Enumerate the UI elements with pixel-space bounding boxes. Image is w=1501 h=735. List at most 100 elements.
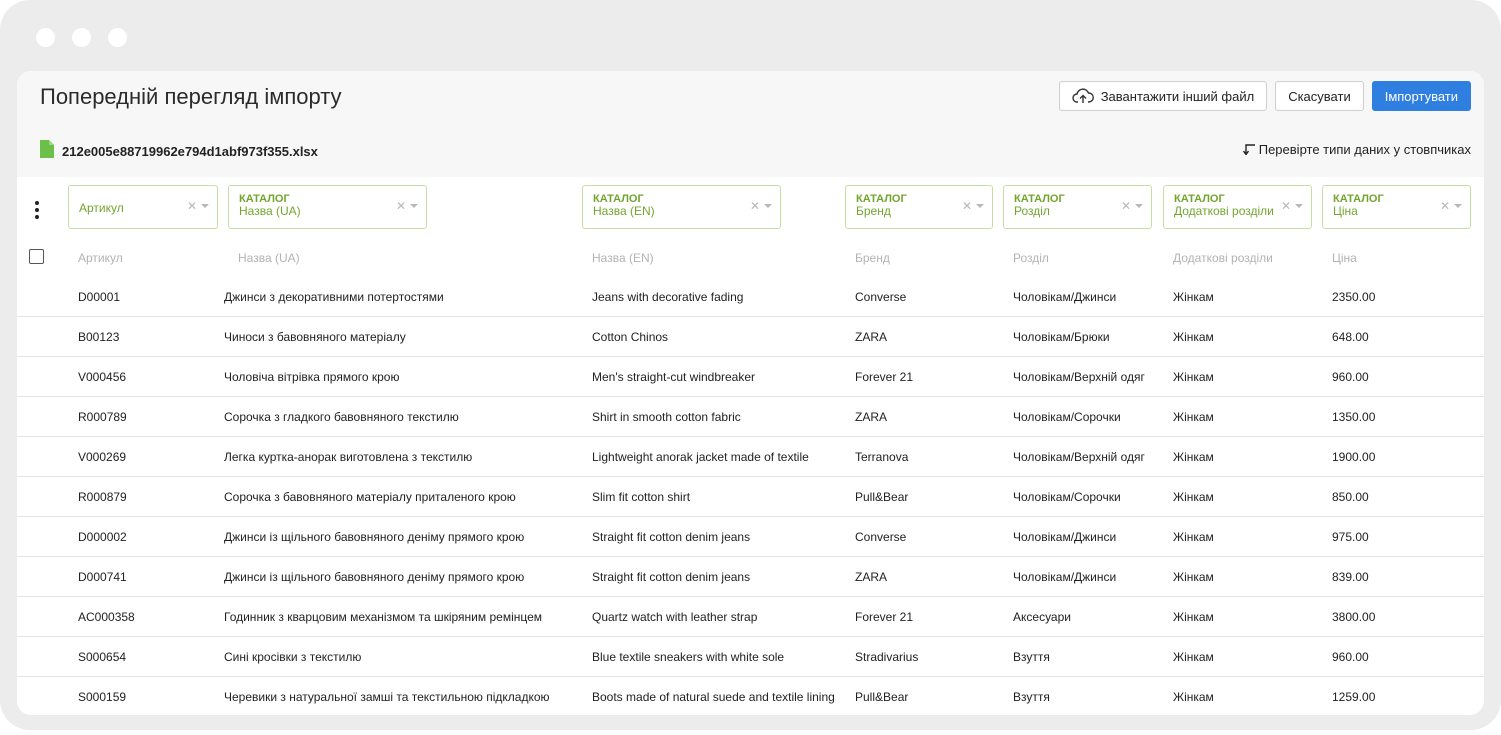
- upload-another-file-label: Завантажити інший файл: [1100, 88, 1255, 104]
- mapping-select-name-ua[interactable]: КАТАЛОГ Назва (UA) ✕: [228, 185, 427, 229]
- table-row[interactable]: S000159 Черевики з натуральної замші та т…: [17, 677, 1484, 715]
- table-row[interactable]: D000741 Джинси із щільного бавовняного де…: [17, 557, 1484, 597]
- column-header: Бренд: [855, 251, 890, 265]
- mapping-controls: ✕: [396, 199, 418, 213]
- table-cell: 850.00: [1332, 490, 1369, 504]
- mapping-select-additional-sections[interactable]: КАТАЛОГ Додаткові розділи ✕: [1163, 185, 1312, 229]
- topbar: Попередній перегляд імпорту Завантажити …: [17, 71, 1484, 177]
- table-cell: ZARA: [855, 330, 888, 344]
- table-cell: 648.00: [1332, 330, 1369, 344]
- clear-icon[interactable]: ✕: [962, 199, 972, 213]
- table-cell: 1900.00: [1332, 450, 1376, 464]
- window-dot-close[interactable]: [36, 28, 55, 47]
- table-cell: AC000358: [78, 610, 135, 624]
- table-cell: Жінкам: [1173, 530, 1214, 544]
- table-cell: Slim fit cotton shirt: [592, 490, 691, 504]
- table-cell: ZARA: [855, 570, 888, 584]
- table-cell: Cotton Chinos: [592, 330, 669, 344]
- table-row[interactable]: S000654 Сині кросівки з текстилю Blue text…: [17, 637, 1484, 677]
- browser-frame: Попередній перегляд імпорту Завантажити …: [0, 0, 1501, 730]
- cancel-button[interactable]: Скасувати: [1275, 81, 1364, 111]
- mapping-select-name-en[interactable]: КАТАЛОГ Назва (EN) ✕: [582, 185, 781, 229]
- table-row[interactable]: D000002 Джинси із щільного бавовняного де…: [17, 517, 1484, 557]
- mapping-controls: ✕: [1281, 199, 1303, 213]
- table-cell: Сорочка з бавовняного матеріалу притален…: [224, 490, 516, 504]
- import-button[interactable]: Імпортувати: [1371, 81, 1471, 111]
- mapping-select-price[interactable]: КАТАЛОГ Ціна ✕: [1322, 185, 1471, 229]
- mapping-select-brand[interactable]: КАТАЛОГ Бренд ✕: [845, 185, 993, 229]
- table-row[interactable]: AC000358 Годинник з кварцовим механізмом …: [17, 597, 1484, 637]
- select-all-checkbox[interactable]: [29, 249, 44, 264]
- clear-icon[interactable]: ✕: [1121, 199, 1131, 213]
- import-preview-window: Попередній перегляд імпорту Завантажити …: [17, 71, 1484, 715]
- chevron-down-icon[interactable]: [1454, 204, 1462, 208]
- table-cell: Джинси із щільного бавовняного деніму пр…: [224, 570, 525, 584]
- column-header: Додаткові розділи: [1173, 251, 1273, 265]
- table-cell: Forever 21: [855, 610, 914, 624]
- table-cell: Converse: [855, 530, 907, 544]
- window-dot-minimize[interactable]: [72, 28, 91, 47]
- chevron-down-icon[interactable]: [201, 204, 209, 208]
- mapping-controls: ✕: [962, 199, 984, 213]
- table-cell: R000879: [78, 490, 127, 504]
- clear-icon[interactable]: ✕: [187, 199, 197, 213]
- table-cell: Converse: [855, 290, 907, 304]
- mapping-controls: ✕: [1440, 199, 1462, 213]
- table-row[interactable]: R000789 Сорочка з гладкого бавовняного те…: [17, 397, 1484, 437]
- mapping-field: Назва (EN): [593, 205, 655, 218]
- clear-icon[interactable]: ✕: [396, 199, 406, 213]
- more-options-icon[interactable]: [35, 201, 39, 219]
- table-cell: 960.00: [1332, 370, 1369, 384]
- chevron-down-icon[interactable]: [1135, 204, 1143, 208]
- table-cell: Чоловікам/Джинси: [1013, 530, 1117, 544]
- table-row[interactable]: D00001 Джинси з декоративними потертостям…: [17, 277, 1484, 317]
- mapping-select-section[interactable]: КАТАЛОГ Розділ ✕: [1003, 185, 1152, 229]
- table-cell: ZARA: [855, 410, 888, 424]
- mapping-field: Назва (UA): [239, 205, 301, 218]
- table-cell: Чоловікам/Брюки: [1013, 330, 1110, 344]
- data-type-hint: Перевірте типи даних у стовпчиках: [1242, 141, 1471, 158]
- column-header: Артикул: [78, 251, 123, 265]
- table-cell: Terranova: [855, 450, 909, 464]
- table-cell: Lightweight anorak jacket made of textil…: [592, 450, 809, 464]
- column-mapping-row: Артикул ✕ КАТАЛОГ Назва (UA) ✕ КАТАЛОГ Н…: [17, 177, 1484, 237]
- window-dot-maximize[interactable]: [108, 28, 127, 47]
- clear-icon[interactable]: ✕: [1281, 199, 1291, 213]
- chevron-down-icon[interactable]: [764, 204, 772, 208]
- hint-text: Перевірте типи даних у стовпчиках: [1258, 142, 1471, 157]
- table-cell: S000654: [78, 650, 127, 664]
- table-cell: Черевики з натуральної замші та текстиль…: [224, 690, 550, 704]
- column-header: Розділ: [1013, 251, 1049, 265]
- chevron-down-icon[interactable]: [976, 204, 984, 208]
- chevron-down-icon[interactable]: [410, 204, 418, 208]
- cloud-upload-icon: [1072, 88, 1094, 104]
- table-cell: Jeans with decorative fading: [592, 290, 744, 304]
- table-row[interactable]: V000269 Легка куртка-анорак виготовлена з…: [17, 437, 1484, 477]
- table-cell: Аксесуари: [1013, 610, 1071, 624]
- table-cell: D00001: [78, 290, 121, 304]
- table-cell: Straight fit cotton denim jeans: [592, 530, 751, 544]
- table-cell: Чоловікам/Джинси: [1013, 570, 1117, 584]
- chevron-down-icon[interactable]: [1295, 204, 1303, 208]
- table-row[interactable]: V000456 Чоловіча вітрівка прямого крою Men…: [17, 357, 1484, 397]
- table-cell: Чоловікам/Верхній одяг: [1013, 370, 1145, 384]
- clear-icon[interactable]: ✕: [750, 199, 760, 213]
- table-cell: 839.00: [1332, 570, 1369, 584]
- table-cell: B00123: [78, 330, 120, 344]
- table-cell: Жінкам: [1173, 490, 1214, 504]
- header-actions: Завантажити інший файл Скасувати Імпорту…: [1058, 81, 1471, 111]
- table-row[interactable]: R000879 Сорочка з бавовняного матеріалу п…: [17, 477, 1484, 517]
- table-cell: Pull&Bear: [855, 690, 909, 704]
- table-header: Артикул Назва (UA) Назва (EN) Бренд Розд…: [17, 237, 1484, 277]
- table-row[interactable]: B00123 Чиноси з бавовняного матеріалу Cott…: [17, 317, 1484, 357]
- table-cell: Чоловікам/Джинси: [1013, 290, 1117, 304]
- table-cell: Сорочка з гладкого бавовняного текстилю: [224, 410, 459, 424]
- table-cell: Жінкам: [1173, 330, 1214, 344]
- table-cell: D000741: [78, 570, 127, 584]
- table-cell: Чоловікам/Сорочки: [1013, 490, 1121, 504]
- clear-icon[interactable]: ✕: [1440, 199, 1450, 213]
- mapping-select-article[interactable]: Артикул ✕: [68, 185, 218, 229]
- table-cell: Легка куртка-анорак виготовлена з тексти…: [224, 450, 473, 464]
- upload-another-file-button[interactable]: Завантажити інший файл: [1058, 81, 1268, 111]
- table-cell: Чиноси з бавовняного матеріалу: [224, 330, 406, 344]
